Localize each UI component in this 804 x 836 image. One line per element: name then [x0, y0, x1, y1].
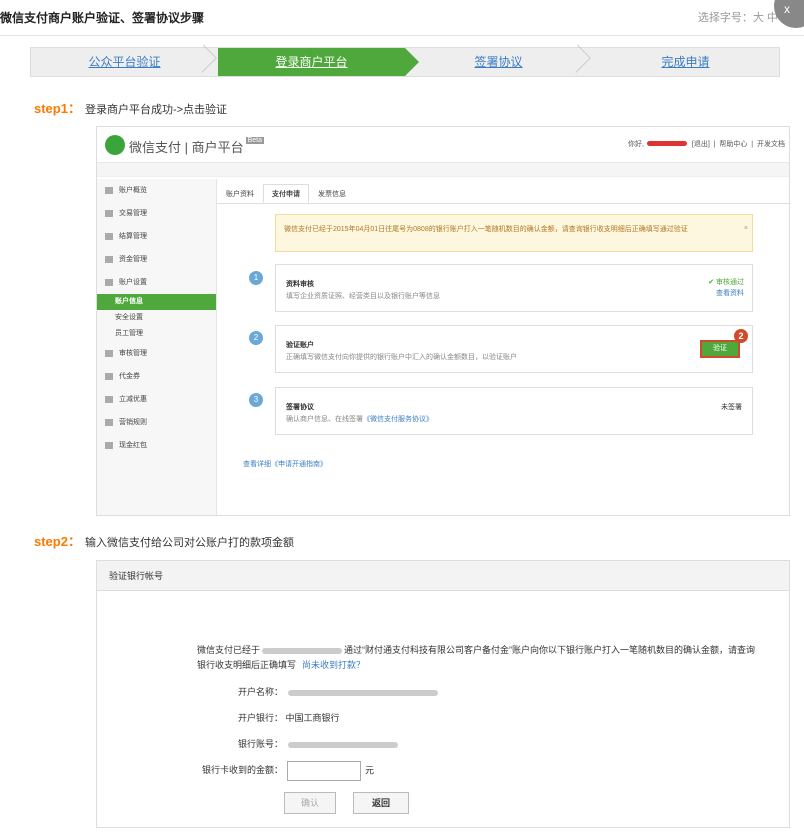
sidebar-item-discount[interactable]: 立减优惠 [97, 388, 216, 411]
step1-desc: 登录商户平台成功->点击验证 [84, 104, 228, 116]
tab-invoice[interactable]: 发票信息 [309, 184, 355, 203]
sidebar-item-funds[interactable]: 资金管理 [97, 248, 216, 271]
account-name-row: 开户名称： [193, 685, 440, 698]
status-unsigned: 未签署 [721, 404, 742, 411]
card-review: 资料审核 填写企业资质证照、经营类目以及银行账户等信息 ✔ 审核通过 查看资料 [275, 264, 753, 312]
wx-header: 微信支付 | 商户平台 Beta 你好, [退出] | 帮助中心 | 开发文档 [97, 127, 789, 163]
header-band [97, 163, 789, 177]
logout-link[interactable]: [退出] [692, 141, 710, 148]
funds-icon [105, 255, 113, 263]
step2-label: step2： 输入微信支付给公司对公账户打的款项金额 [34, 531, 294, 550]
trade-icon [105, 209, 113, 217]
step1-tag: step1： [34, 101, 81, 116]
unit-label: 元 [365, 765, 375, 776]
step-number-3: 3 [249, 393, 263, 407]
wx-brand: 微信支付 | 商户平台 Beta [129, 137, 265, 155]
verify-button[interactable]: 验证 [700, 340, 740, 358]
back-button[interactable]: 返回 [353, 792, 409, 814]
notice-banner: 微信支付已经于2015年04月01日往尾号为0808的银行账户打入一笔随机数目的… [275, 214, 753, 252]
redacted-name [646, 141, 687, 146]
service-agreement-link[interactable]: 《微信支付服务协议》 [363, 416, 433, 423]
card-title: 资料审核 [286, 281, 314, 288]
redacted-account-no [287, 741, 398, 748]
sidebar-item-voucher[interactable]: 代金券 [97, 365, 216, 388]
tab-bar: 账户资料 支付申请 发票信息 [217, 184, 789, 204]
sidebar-item-settlement[interactable]: 结算管理 [97, 225, 216, 248]
card-sign: 签署协议 确认商户信息、在线签署《微信支付服务协议》 未签署 [275, 387, 753, 435]
sidebar-item-account-settings[interactable]: 账户设置 [97, 271, 216, 294]
step-number-2: 2 [249, 331, 263, 345]
sidebar-item-security[interactable]: 安全设置 [97, 310, 216, 326]
card-desc: 正确填写微信支付向你提供的银行账户中汇入的确认金额数目，以验证账户 [286, 354, 517, 361]
gear-icon [105, 278, 113, 286]
merchant-platform-screenshot: 微信支付 | 商户平台 Beta 你好, [退出] | 帮助中心 | 开发文档 账… [96, 126, 790, 516]
notice-text: 微信支付已经于2015年04月01日往尾号为0808的银行账户打入一笔随机数目的… [284, 226, 688, 233]
greeting: 你好, [627, 141, 644, 148]
step2-desc: 输入微信支付给公司对公账户打的款项金额 [84, 537, 294, 549]
panel-title: 验证银行帐号 [97, 561, 789, 591]
callout-badge: 2 [734, 329, 748, 343]
redacted-date [262, 647, 343, 654]
status-approved: ✔ 审核通过 查看资料 [708, 279, 744, 299]
sidebar: 账户概览 交易管理 结算管理 资金管理 账户设置 账户信息 安全设置 员工管理 … [97, 179, 217, 515]
overview-icon [105, 186, 113, 194]
account-no-row: 银行账号： [193, 737, 400, 750]
marketing-icon [105, 418, 113, 426]
sidebar-item-staff[interactable]: 员工管理 [97, 326, 216, 342]
guide-link[interactable]: 查看详细《申请开通指南》 [243, 459, 327, 469]
sidebar-item-marketing[interactable]: 营销规则 [97, 411, 216, 434]
sidebar-item-review[interactable]: 审核管理 [97, 342, 216, 365]
step-public-platform[interactable]: 公众平台验证 [31, 48, 218, 76]
voucher-icon [105, 372, 113, 380]
check-icon: ✔ [708, 279, 716, 286]
settlement-icon [105, 232, 113, 240]
main-content: 账户资料 支付申请 发票信息 微信支付已经于2015年04月01日往尾号为080… [217, 179, 789, 515]
dev-docs-link[interactable]: 开发文档 [757, 141, 785, 148]
card-verify: 验证账户 正确填写微信支付向你提供的银行账户中汇入的确认金额数目，以验证账户 验… [275, 325, 753, 373]
step-merchant-login[interactable]: 登录商户平台 [218, 48, 419, 76]
verify-instructions: 微信支付已经于 通过“财付通支付科技有限公司客户备付金”账户向你以下银行账户打入一… [197, 645, 756, 670]
card-desc: 填写企业资质证照、经营类目以及银行账户等信息 [286, 293, 440, 300]
tab-payment-application[interactable]: 支付申请 [263, 184, 309, 203]
bank-value: 中国工商银行 [285, 713, 340, 723]
amount-input[interactable] [287, 761, 361, 781]
card-desc: 确认商户信息、在线签署《微信支付服务协议》 [286, 416, 433, 423]
amount-row: 银行卡收到的金额：元 [193, 761, 374, 781]
card-title: 验证账户 [286, 342, 314, 349]
step-complete[interactable]: 完成申请 [592, 48, 779, 76]
red-packet-icon [105, 441, 113, 449]
sidebar-item-trade[interactable]: 交易管理 [97, 202, 216, 225]
wx-user-area: 你好, [退出] | 帮助中心 | 开发文档 [627, 141, 785, 148]
redacted-account-name [287, 689, 438, 696]
not-received-link[interactable]: 尚未收到打款？ [302, 660, 365, 670]
card-title: 签署协议 [286, 404, 314, 411]
confirm-button[interactable]: 确认 [284, 792, 336, 814]
tab-account-data[interactable]: 账户资料 [217, 184, 263, 203]
help-center-link[interactable]: 帮助中心 [719, 141, 747, 148]
bank-row: 开户银行： 中国工商银行 [237, 713, 340, 723]
page-title: 微信支付商户账户验证、签署协议步骤 [0, 11, 205, 25]
step-sign-agreement[interactable]: 签署协议 [405, 48, 592, 76]
top-bar: 微信支付商户账户验证、签署协议步骤 选择字号：大 中 小 [0, 0, 804, 36]
review-icon [105, 349, 113, 357]
step1-label: step1： 登录商户平台成功->点击验证 [34, 98, 227, 117]
discount-icon [105, 395, 113, 403]
sidebar-item-overview[interactable]: 账户概览 [97, 179, 216, 202]
view-data-link[interactable]: 查看资料 [708, 288, 744, 299]
notice-close-icon[interactable]: × [744, 223, 748, 235]
sidebar-item-account-info[interactable]: 账户信息 [97, 294, 216, 310]
verify-account-panel: 验证银行帐号 微信支付已经于 通过“财付通支付科技有限公司客户备付金”账户向你以下… [96, 560, 790, 828]
step-number-1: 1 [249, 271, 263, 285]
beta-badge: Beta [245, 137, 265, 144]
progress-steps: 公众平台验证 登录商户平台 签署协议 完成申请 [30, 47, 780, 77]
wechat-pay-logo-icon [105, 135, 125, 155]
sidebar-item-red-packet[interactable]: 现金红包 [97, 434, 216, 457]
step2-tag: step2： [34, 534, 81, 549]
